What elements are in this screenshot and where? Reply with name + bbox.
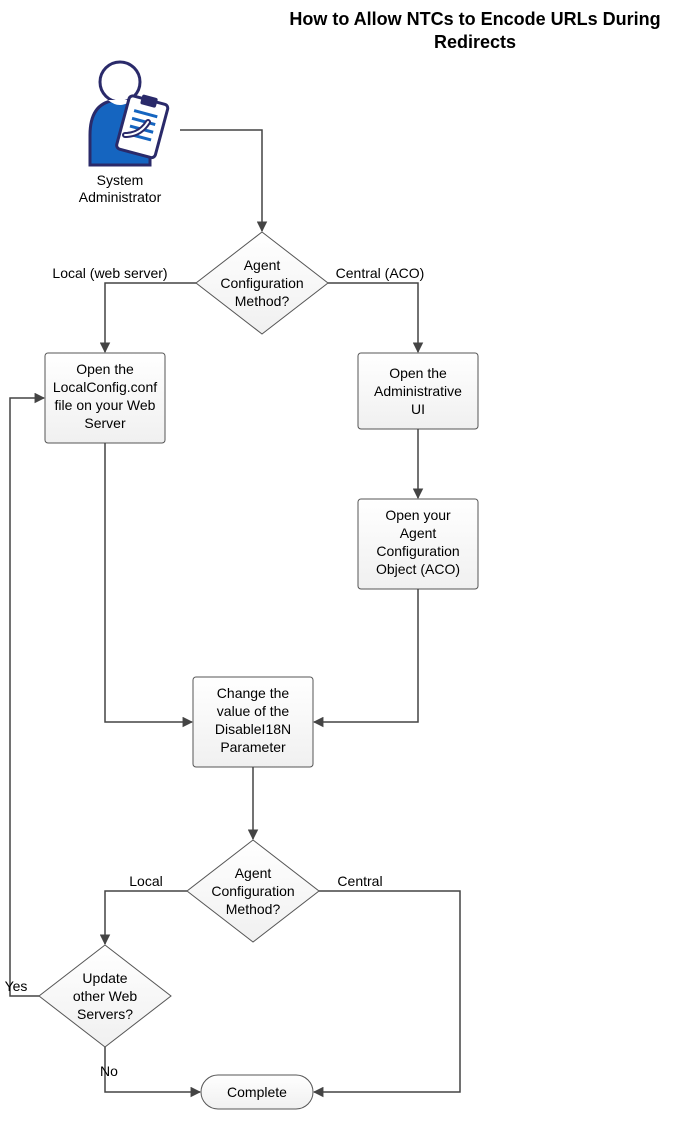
edge-d3-yes-label: Yes [5, 978, 28, 994]
edge-d3-no [105, 1047, 200, 1092]
edge-d2-local [105, 891, 187, 944]
actor-label-line1: System [97, 172, 144, 188]
edge-d2-local-label: Local [129, 873, 162, 889]
page-title-line2: Redirects [434, 32, 516, 52]
edge-d1-local [105, 283, 196, 352]
edge-d3-yes [10, 398, 44, 996]
process-open-admin-ui: Open the Administrative UI [358, 353, 478, 429]
process-open-localconfig: Open the LocalConfig.conf file on your W… [45, 353, 165, 443]
edge-localopen-to-change [105, 443, 192, 722]
terminator-complete: Complete [201, 1075, 313, 1109]
edge-d2-central [314, 891, 460, 1092]
edge-d3-no-label: No [100, 1063, 118, 1079]
process-change-disablei18n: Change the value of the DisableI18N Para… [193, 677, 313, 767]
decision-update-other-servers: Update other Web Servers? [39, 945, 171, 1047]
process-open-aco: Open your Agent Configuration Object (AC… [358, 499, 478, 589]
actor-label-line2: Administrator [79, 189, 162, 205]
edge-actor-to-d1 [180, 130, 262, 231]
edge-aco-to-change [314, 589, 418, 722]
flowchart-canvas: How to Allow NTCs to Encode URLs During … [0, 0, 699, 1138]
actor-icon [90, 62, 170, 165]
page-title-line1: How to Allow NTCs to Encode URLs During [289, 9, 660, 29]
decision-agent-config-1: Agent Configuration Method? [196, 232, 328, 334]
edge-d1-central [328, 283, 418, 352]
decision-agent-config-2: Agent Configuration Method? [187, 840, 319, 942]
edge-d1-central-label: Central (ACO) [336, 265, 425, 281]
edge-d1-local-label: Local (web server) [52, 265, 167, 281]
edge-d2-central-label: Central [337, 873, 382, 889]
